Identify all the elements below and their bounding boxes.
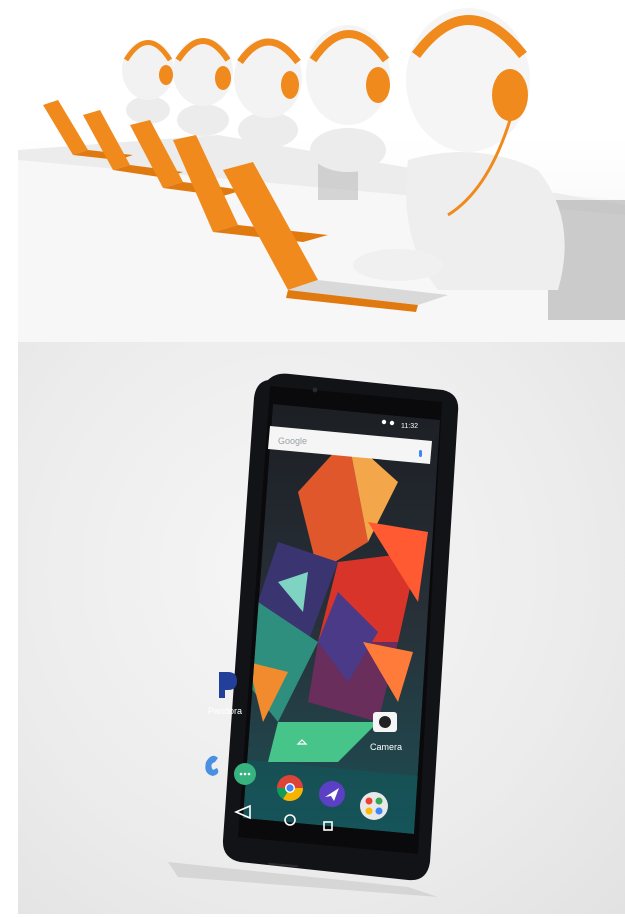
apps-folder-icon[interactable] (360, 792, 388, 820)
mic-icon[interactable] (419, 450, 422, 457)
app-label-camera: Camera (370, 742, 402, 752)
status-time: 11:32 (401, 423, 418, 430)
phone-icon[interactable] (205, 755, 219, 776)
smartphone-icon: 11:32 Google Pandora Camera (168, 373, 459, 897)
call-center-figures-icon (18, 8, 625, 342)
front-camera-icon (312, 387, 318, 393)
send-icon[interactable] (319, 781, 345, 807)
app-label-pandora: Pandora (208, 706, 242, 716)
signal-icon (381, 419, 387, 425)
chrome-icon[interactable] (276, 775, 304, 802)
call-center-photo (18, 0, 625, 342)
smartphone-photo: 11:32 Google Pandora Camera (18, 342, 625, 914)
google-logo: Google (278, 436, 307, 446)
wifi-icon (389, 420, 395, 426)
